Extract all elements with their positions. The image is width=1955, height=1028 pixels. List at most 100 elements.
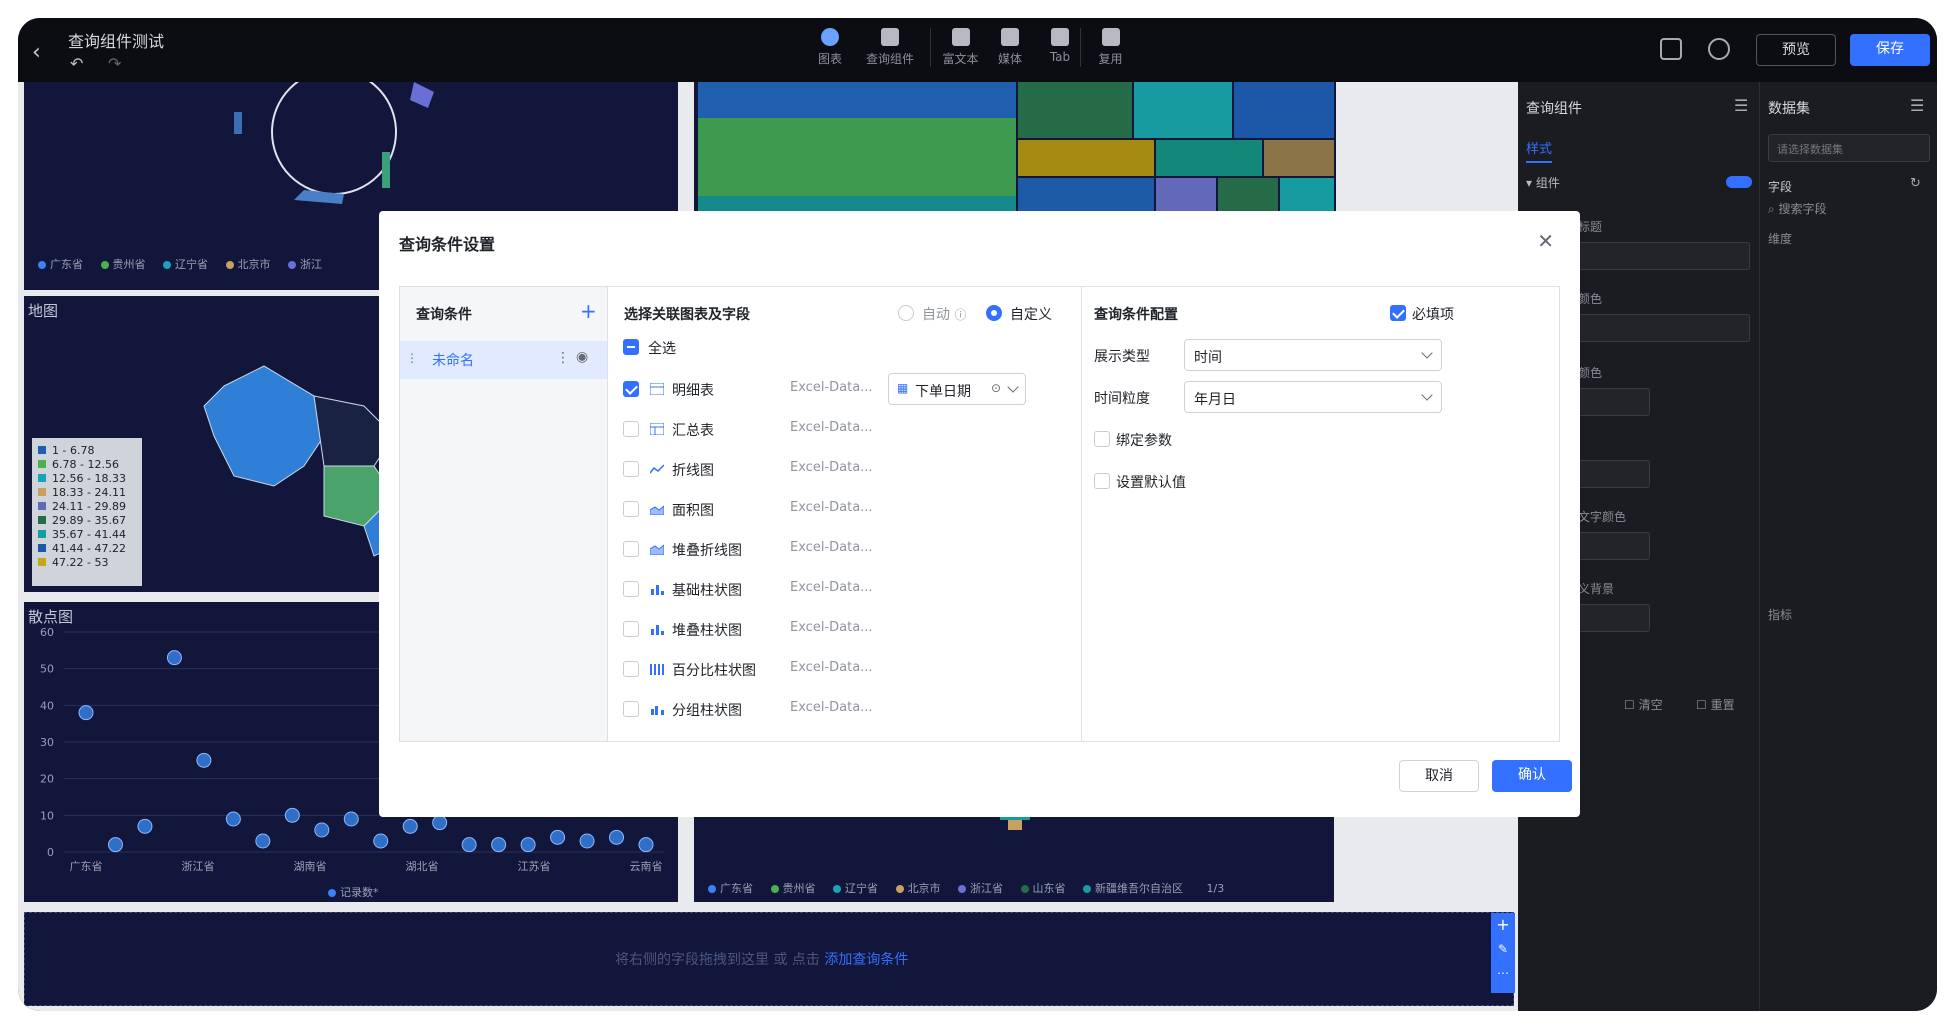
refresh-icon[interactable]: ↻ <box>1910 176 1921 191</box>
toolbar-filter[interactable]: 查询组件 <box>860 28 920 67</box>
query-drop-zone[interactable]: 将右侧的字段拖拽到这里 或 点击 添加查询条件 + ✎ ⋯ <box>24 912 1515 1006</box>
display-type-select[interactable]: 时间 <box>1184 339 1442 371</box>
chart-name: 分组柱状图 <box>672 703 742 719</box>
layout-icon[interactable] <box>1660 38 1682 60</box>
chart-source: Excel-Data... <box>790 660 873 675</box>
chart-checkbox[interactable] <box>623 501 639 517</box>
top-bar: ‹ 查询组件测试 ↶ ↷ 图表 查询组件 富文本 媒体 Tab 复用 预览 保存 <box>18 18 1937 82</box>
chart-row-area[interactable]: 面积图 Excel-Data... <box>608 489 1082 529</box>
default-value-checkbox[interactable] <box>1094 473 1110 489</box>
chart-row-grouped-bar[interactable]: 分组柱状图 Excel-Data... <box>608 689 1082 729</box>
chart-checkbox[interactable] <box>623 581 639 597</box>
save-button[interactable]: 保存 <box>1850 34 1930 66</box>
component-toggle[interactable] <box>1726 176 1752 188</box>
grouped-bar-icon <box>651 706 664 715</box>
chart-checkbox[interactable] <box>623 381 639 397</box>
select-all-checkbox[interactable] <box>623 339 639 355</box>
bottom-legend: 广东省 贵州省 辽宁省 北京市 浙江省 山东省 新疆维吾尔自治区 1/3 <box>694 880 1224 896</box>
chart-checkbox[interactable] <box>623 421 639 437</box>
toolbar-chart[interactable]: 图表 <box>800 28 860 67</box>
scatter-point <box>137 818 153 834</box>
chart-checkbox[interactable] <box>623 661 639 677</box>
chart-name: 基础柱状图 <box>672 583 742 599</box>
chart-checkbox[interactable] <box>623 621 639 637</box>
chart-row-summary-table[interactable]: 汇总表 Excel-Data... <box>608 409 1082 449</box>
chart-row-stacked-bar[interactable]: 堆叠柱状图 Excel-Data... <box>608 609 1082 649</box>
chart-row-line[interactable]: 折线图 Excel-Data... <box>608 449 1082 489</box>
x-tick-label: 湖北省 <box>406 860 439 873</box>
chart-checkbox[interactable] <box>623 541 639 557</box>
bind-param-checkbox[interactable] <box>1094 431 1110 447</box>
more-icon[interactable]: ⋯ <box>1491 961 1515 985</box>
treemap <box>698 82 1334 212</box>
partial-label: 颜色 <box>1578 292 1603 306</box>
dataset-menu-icon[interactable]: ☰ <box>1910 96 1924 115</box>
x-tick-label: 江苏省 <box>518 860 551 873</box>
title-input[interactable] <box>1570 242 1750 270</box>
chart-checkbox[interactable] <box>623 701 639 717</box>
chevron-down-icon <box>1007 381 1019 393</box>
toolbar-label: Tab <box>1049 50 1071 64</box>
required-checkbox[interactable] <box>1390 305 1406 321</box>
chart-fields-column: 选择关联图表及字段 自动 ⓘ 自定义 全选 明细表 Excel-Data... … <box>608 287 1082 741</box>
cancel-button[interactable]: 取消 <box>1399 760 1479 792</box>
toolbar-reuse[interactable]: 复用 <box>1080 28 1140 67</box>
field-label: 字段 <box>1768 180 1793 194</box>
partial-label: 文字颜色 <box>1578 510 1627 524</box>
edit-icon[interactable]: ✎ <box>1491 937 1515 961</box>
x-tick-label: 湖南省 <box>294 860 327 873</box>
chart-source: Excel-Data... <box>790 420 873 435</box>
scatter-point <box>284 807 300 823</box>
back-icon[interactable]: ‹ <box>32 40 41 65</box>
chart-row-stacked-line[interactable]: 堆叠折线图 Excel-Data... <box>608 529 1082 569</box>
funnel-panel[interactable]: 广东省 贵州省 辽宁省 北京市 浙江省 山东省 新疆维吾尔自治区 1/3 <box>694 802 1334 902</box>
conditions-header: 查询条件 <box>416 307 472 323</box>
chart-field-select[interactable]: ▦ 下单日期 ⊙ <box>888 373 1026 405</box>
theme-icon[interactable] <box>1708 38 1730 60</box>
dataset-column: 数据集 ☰ 请选择数据集 字段 ↻ ⌕ 搜索字段 维度 指标 <box>1760 82 1937 1011</box>
scatter-point <box>461 837 477 853</box>
scatter-point <box>314 822 330 838</box>
component-section[interactable]: ▾ 组件 <box>1526 174 1560 191</box>
info-icon: ⓘ <box>954 308 967 322</box>
select-3[interactable] <box>1570 460 1650 488</box>
custom-radio[interactable] <box>986 305 1002 321</box>
required-label: 必填项 <box>1412 307 1454 323</box>
granularity-select[interactable]: 年月日 <box>1184 381 1442 413</box>
chart-name: 折线图 <box>672 463 714 479</box>
undo-icon[interactable]: ↶ <box>70 54 83 73</box>
color-select[interactable] <box>1570 314 1750 342</box>
chart-row-basic-bar[interactable]: 基础柱状图 Excel-Data... <box>608 569 1082 609</box>
scatter-point <box>166 650 182 666</box>
eye-icon[interactable]: ◉ <box>576 349 588 365</box>
chart-row-percent-bar[interactable]: 百分比柱状图 Excel-Data... <box>608 649 1082 689</box>
reset-checkbox[interactable]: ☐ 重置 <box>1696 696 1735 713</box>
add-condition-icon[interactable]: + <box>580 299 597 323</box>
chart-row-detail-table[interactable]: 明细表 Excel-Data... ▦ 下单日期 ⊙ <box>608 369 1082 409</box>
color-select-2[interactable] <box>1570 388 1650 416</box>
preview-button[interactable]: 预览 <box>1756 34 1836 66</box>
auto-radio[interactable] <box>898 305 914 321</box>
scatter-point <box>107 837 123 853</box>
redo-icon[interactable]: ↷ <box>108 54 121 73</box>
display-type-label: 展示类型 <box>1094 349 1150 365</box>
condition-item[interactable]: ⋮ 未命名 ⋮ ◉ <box>400 341 607 379</box>
more-icon[interactable]: ⋮ <box>556 350 570 366</box>
background-select[interactable] <box>1570 604 1650 632</box>
add-icon[interactable]: + <box>1491 913 1515 937</box>
treemap-panel[interactable] <box>694 82 1336 212</box>
close-icon[interactable]: ✕ <box>1537 229 1554 253</box>
reuse-icon <box>1101 28 1120 46</box>
menu-icon[interactable]: ☰ <box>1734 96 1748 115</box>
confirm-button[interactable]: 确认 <box>1492 760 1572 792</box>
text-color-select[interactable] <box>1570 532 1650 560</box>
dataset-select[interactable]: 请选择数据集 <box>1768 134 1930 162</box>
scatter-point <box>343 811 359 827</box>
chart-checkbox[interactable] <box>623 461 639 477</box>
tab-style[interactable]: 样式 <box>1526 138 1553 163</box>
drag-handle-icon[interactable]: ⋮ <box>406 351 418 365</box>
clear-checkbox[interactable]: ☐ 清空 <box>1624 696 1663 713</box>
field-search[interactable]: ⌕ 搜索字段 <box>1768 200 1827 217</box>
select-all-label: 全选 <box>648 341 676 357</box>
add-query-link[interactable]: 添加查询条件 <box>824 952 908 968</box>
